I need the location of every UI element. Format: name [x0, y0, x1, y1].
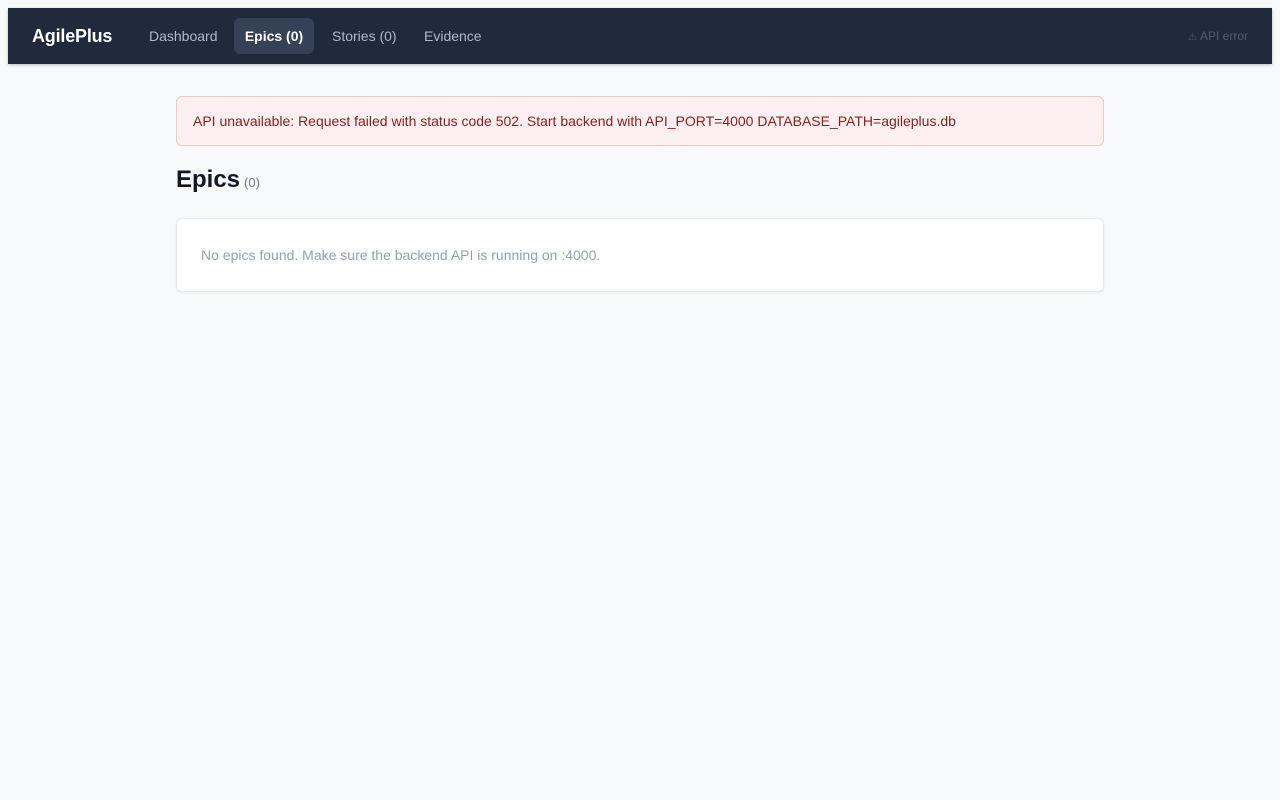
app-logo[interactable]: AgilePlus [32, 8, 112, 64]
page-heading: Epics (0) [176, 166, 260, 200]
api-status-label: API error [1199, 29, 1248, 43]
empty-state-card: No epics found. Make sure the backend AP… [176, 218, 1104, 292]
empty-state-message: No epics found. Make sure the backend AP… [201, 247, 601, 263]
warning-icon: ⚠ [1188, 32, 1197, 43]
nav-link-evidence[interactable]: Evidence [410, 18, 496, 54]
page-title: Epics [176, 166, 241, 193]
error-alert: API unavailable: Request failed with sta… [176, 96, 1104, 146]
epic-count: (0) [244, 175, 260, 190]
top-navbar: AgilePlus Dashboard Epics (0) Stories (0… [8, 8, 1272, 64]
nav-link-dashboard[interactable]: Dashboard [135, 18, 232, 54]
api-status-indicator: ⚠ API error [1188, 8, 1248, 66]
error-alert-message: API unavailable: Request failed with sta… [193, 113, 956, 129]
nav-link-stories[interactable]: Stories (0) [318, 18, 411, 54]
nav-link-epics[interactable]: Epics (0) [234, 18, 314, 54]
